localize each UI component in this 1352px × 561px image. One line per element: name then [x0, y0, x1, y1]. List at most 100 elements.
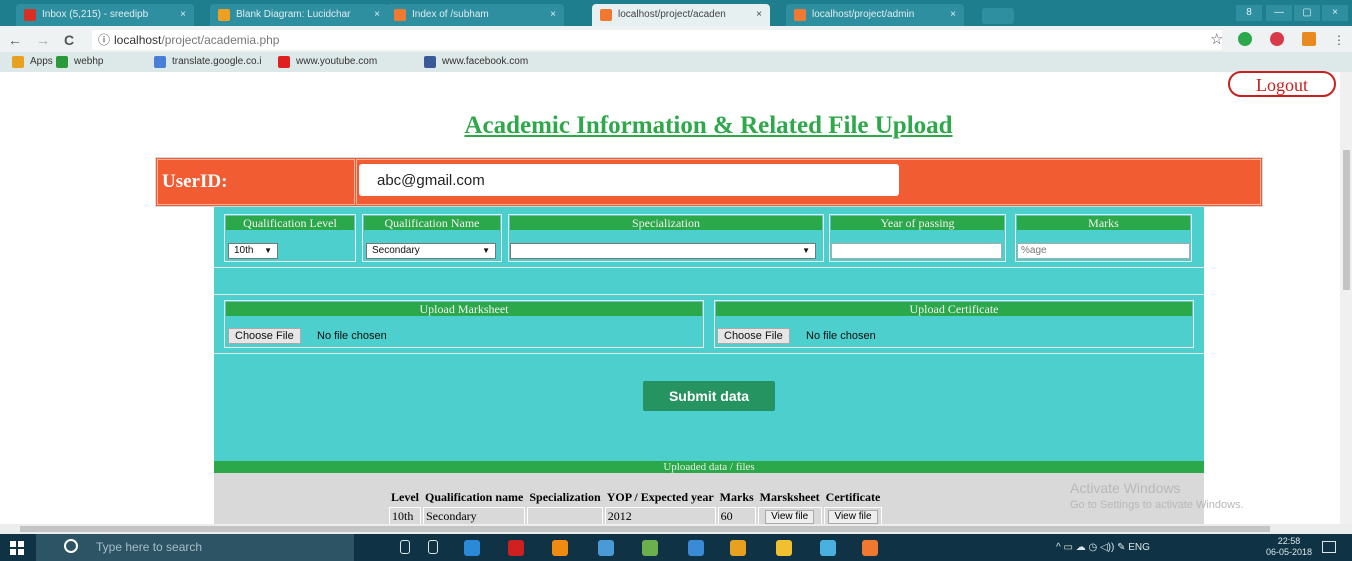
- column-header: YOP / Expected year: [606, 490, 714, 504]
- choose-certificate-button[interactable]: Choose File: [717, 328, 790, 344]
- photos-icon[interactable]: [642, 540, 658, 556]
- qualification-cell: Secondary: [423, 507, 526, 525]
- user-id-input[interactable]: [359, 164, 899, 196]
- tab-favicon-icon: [218, 9, 230, 21]
- bookmark-link[interactable]: www.youtube.com: [296, 52, 377, 72]
- dropdown-arrow-icon: ▼: [482, 246, 490, 255]
- uploaded-data-header: Uploaded data / files: [214, 461, 1204, 473]
- view-marksheet-button[interactable]: View file: [765, 510, 815, 524]
- bookmark-link[interactable]: Apps: [30, 52, 53, 72]
- tab-title: Inbox (5,215) - sreedipb: [42, 9, 149, 20]
- row-divider: [214, 294, 1204, 295]
- user-id-label: UserID:: [162, 171, 228, 192]
- certificate-cell: View file: [823, 507, 883, 525]
- taskbar-search-box[interactable]: Type here to search: [36, 534, 354, 561]
- vertical-scrollbar-thumb[interactable]: [1343, 150, 1350, 290]
- file-explorer-icon[interactable]: [776, 540, 792, 556]
- yop-cell: 2012: [604, 507, 716, 525]
- close-tab-icon[interactable]: ×: [180, 4, 186, 26]
- task-view-icon[interactable]: [428, 540, 438, 554]
- level-cell: 10th: [389, 507, 421, 525]
- activation-watermark-title: Activate Windows: [1070, 480, 1181, 496]
- sway-icon[interactable]: [688, 540, 704, 556]
- bookmark-star-icon[interactable]: ☆: [1210, 30, 1223, 50]
- browser-tab[interactable]: localhost/project/admin ×: [786, 4, 964, 26]
- specialization-header: Specialization: [510, 216, 822, 230]
- column-header: Marsksheet: [759, 490, 820, 504]
- youtube-icon: [278, 56, 290, 68]
- address-host: localhost: [114, 33, 162, 47]
- address-bar[interactable]: ⓘ localhost/project/academia.php: [92, 30, 1222, 50]
- qualification-name-header: Qualification Name: [364, 216, 500, 230]
- bookmark-link[interactable]: www.facebook.com: [442, 52, 528, 72]
- close-tab-icon[interactable]: ×: [756, 4, 762, 26]
- cortana-icon[interactable]: [64, 539, 78, 553]
- close-tab-icon[interactable]: ×: [550, 4, 556, 26]
- maximize-button[interactable]: ▢: [1294, 5, 1320, 21]
- chrome-icon[interactable]: [598, 540, 614, 556]
- column-header: Certificate: [825, 490, 881, 504]
- system-tray[interactable]: ^ ▭ ☁ ◷ ◁)) ✎ ENG: [1056, 534, 1150, 561]
- qualification-level-select[interactable]: 10th ▼: [228, 243, 278, 259]
- browser-tab[interactable]: Blank Diagram: Lucidchar ×: [210, 4, 388, 26]
- logout-button[interactable]: Logout: [1228, 71, 1336, 97]
- choose-marksheet-button[interactable]: Choose File: [228, 328, 301, 344]
- marks-cell: 60: [717, 507, 756, 525]
- row-divider: [214, 353, 1204, 354]
- browser-tab[interactable]: Index of /subham ×: [386, 4, 564, 26]
- submit-data-button[interactable]: Submit data: [643, 381, 775, 411]
- qualification-name-value: Secondary: [372, 245, 420, 256]
- qualification-name-select[interactable]: Secondary ▼: [366, 243, 496, 259]
- grammarly-extension-icon[interactable]: [1238, 32, 1252, 46]
- column-header: Specialization: [529, 490, 601, 504]
- store-icon[interactable]: [820, 540, 836, 556]
- column-header: Marks: [719, 490, 754, 504]
- tab-title: localhost/project/admin: [812, 9, 915, 20]
- horizontal-scrollbar-thumb[interactable]: [20, 526, 1270, 532]
- marksheet-cell: View file: [757, 507, 822, 525]
- view-certificate-button[interactable]: View file: [828, 510, 878, 524]
- specialization-select[interactable]: ▼: [510, 243, 816, 259]
- clock-date: 06-05-2018: [1266, 547, 1313, 557]
- reload-button[interactable]: C: [64, 30, 74, 50]
- new-tab-button[interactable]: [982, 8, 1014, 24]
- microphone-icon[interactable]: [400, 540, 410, 554]
- info-icon[interactable]: ⓘ: [98, 33, 110, 47]
- certificate-file-status: No file chosen: [806, 330, 876, 342]
- marks-input[interactable]: %age: [1017, 243, 1190, 259]
- bookmark-link[interactable]: translate.google.co.i: [172, 52, 262, 72]
- forward-button[interactable]: →: [36, 30, 50, 50]
- extension-icon[interactable]: [1270, 32, 1284, 46]
- edge-icon[interactable]: [464, 540, 480, 556]
- vlc-icon[interactable]: [552, 540, 568, 556]
- chrome-taskbar-icon[interactable]: [730, 540, 746, 556]
- upload-marksheet-header: Upload Marksheet: [226, 302, 702, 316]
- bookmark-link[interactable]: webhp: [74, 52, 103, 72]
- upload-certificate-header: Upload Certificate: [716, 302, 1192, 316]
- close-tab-icon[interactable]: ×: [374, 4, 380, 26]
- year-input[interactable]: [831, 243, 1002, 259]
- marksheet-file-status: No file chosen: [317, 330, 387, 342]
- specialization-cell: [527, 507, 603, 525]
- back-button[interactable]: ←: [8, 30, 22, 50]
- tab-favicon-icon: [24, 9, 36, 21]
- facebook-icon: [424, 56, 436, 68]
- minimize-button[interactable]: —: [1266, 5, 1292, 21]
- browser-tab[interactable]: localhost/project/acaden ×: [592, 4, 770, 26]
- menu-icon[interactable]: ⋮: [1333, 30, 1345, 50]
- tab-title: Index of /subham: [412, 9, 489, 20]
- clock-time: 22:58: [1277, 536, 1301, 546]
- download-extension-icon[interactable]: [1302, 32, 1316, 46]
- browser-tab[interactable]: Inbox (5,215) - sreedipb ×: [16, 4, 194, 26]
- acrobat-icon[interactable]: [508, 540, 524, 556]
- windows-start-icon[interactable]: [10, 541, 24, 555]
- close-window-button[interactable]: ×: [1322, 5, 1348, 21]
- tab-title: localhost/project/acaden: [618, 9, 726, 20]
- close-tab-icon[interactable]: ×: [950, 4, 956, 26]
- tab-title: Blank Diagram: Lucidchar: [236, 9, 351, 20]
- notifications-icon[interactable]: [1322, 541, 1336, 553]
- xampp-icon[interactable]: [862, 540, 878, 556]
- user-profile-button[interactable]: 8: [1236, 5, 1262, 21]
- page-title: Academic Information & Related File Uplo…: [464, 112, 953, 139]
- taskbar-clock[interactable]: 22:58 06-05-2018: [1266, 536, 1312, 558]
